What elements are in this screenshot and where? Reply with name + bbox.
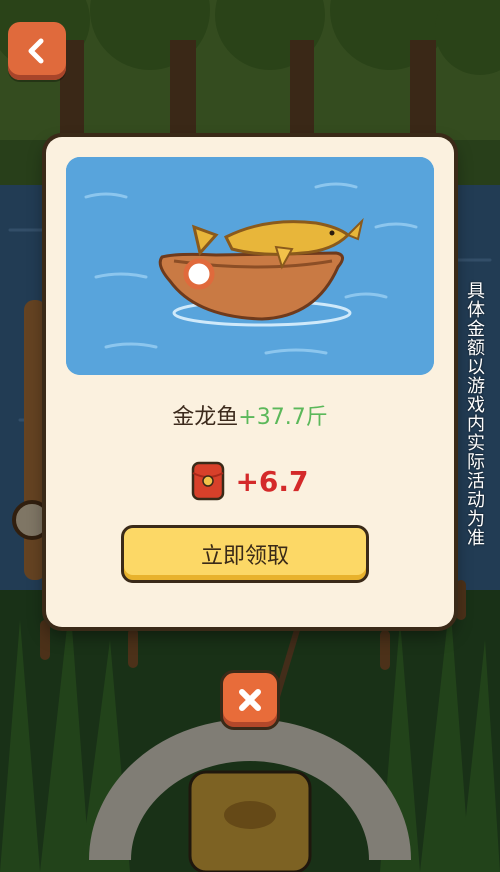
fish-illustration xyxy=(66,157,434,375)
close-icon xyxy=(239,689,261,711)
fish-result: 金龙鱼+37.7斤 xyxy=(46,399,454,431)
red-packet-icon xyxy=(192,461,225,501)
catch-reward-dialog: 金龙鱼+37.7斤 +6.7 立即领取 xyxy=(46,137,454,627)
fish-name: 金龙鱼 xyxy=(172,405,239,430)
reward-amount: +6.7 xyxy=(235,464,309,498)
claim-now-button[interactable]: 立即领取 xyxy=(121,525,369,583)
reward-row: +6.7 xyxy=(46,459,454,503)
fish-weight: +37.7斤 xyxy=(238,405,328,430)
disclaimer-text: 具体金额以游戏内实际活动为准 xyxy=(467,281,485,549)
close-button[interactable] xyxy=(220,670,280,730)
back-button[interactable] xyxy=(8,22,66,80)
chevron-left-icon xyxy=(28,38,44,64)
